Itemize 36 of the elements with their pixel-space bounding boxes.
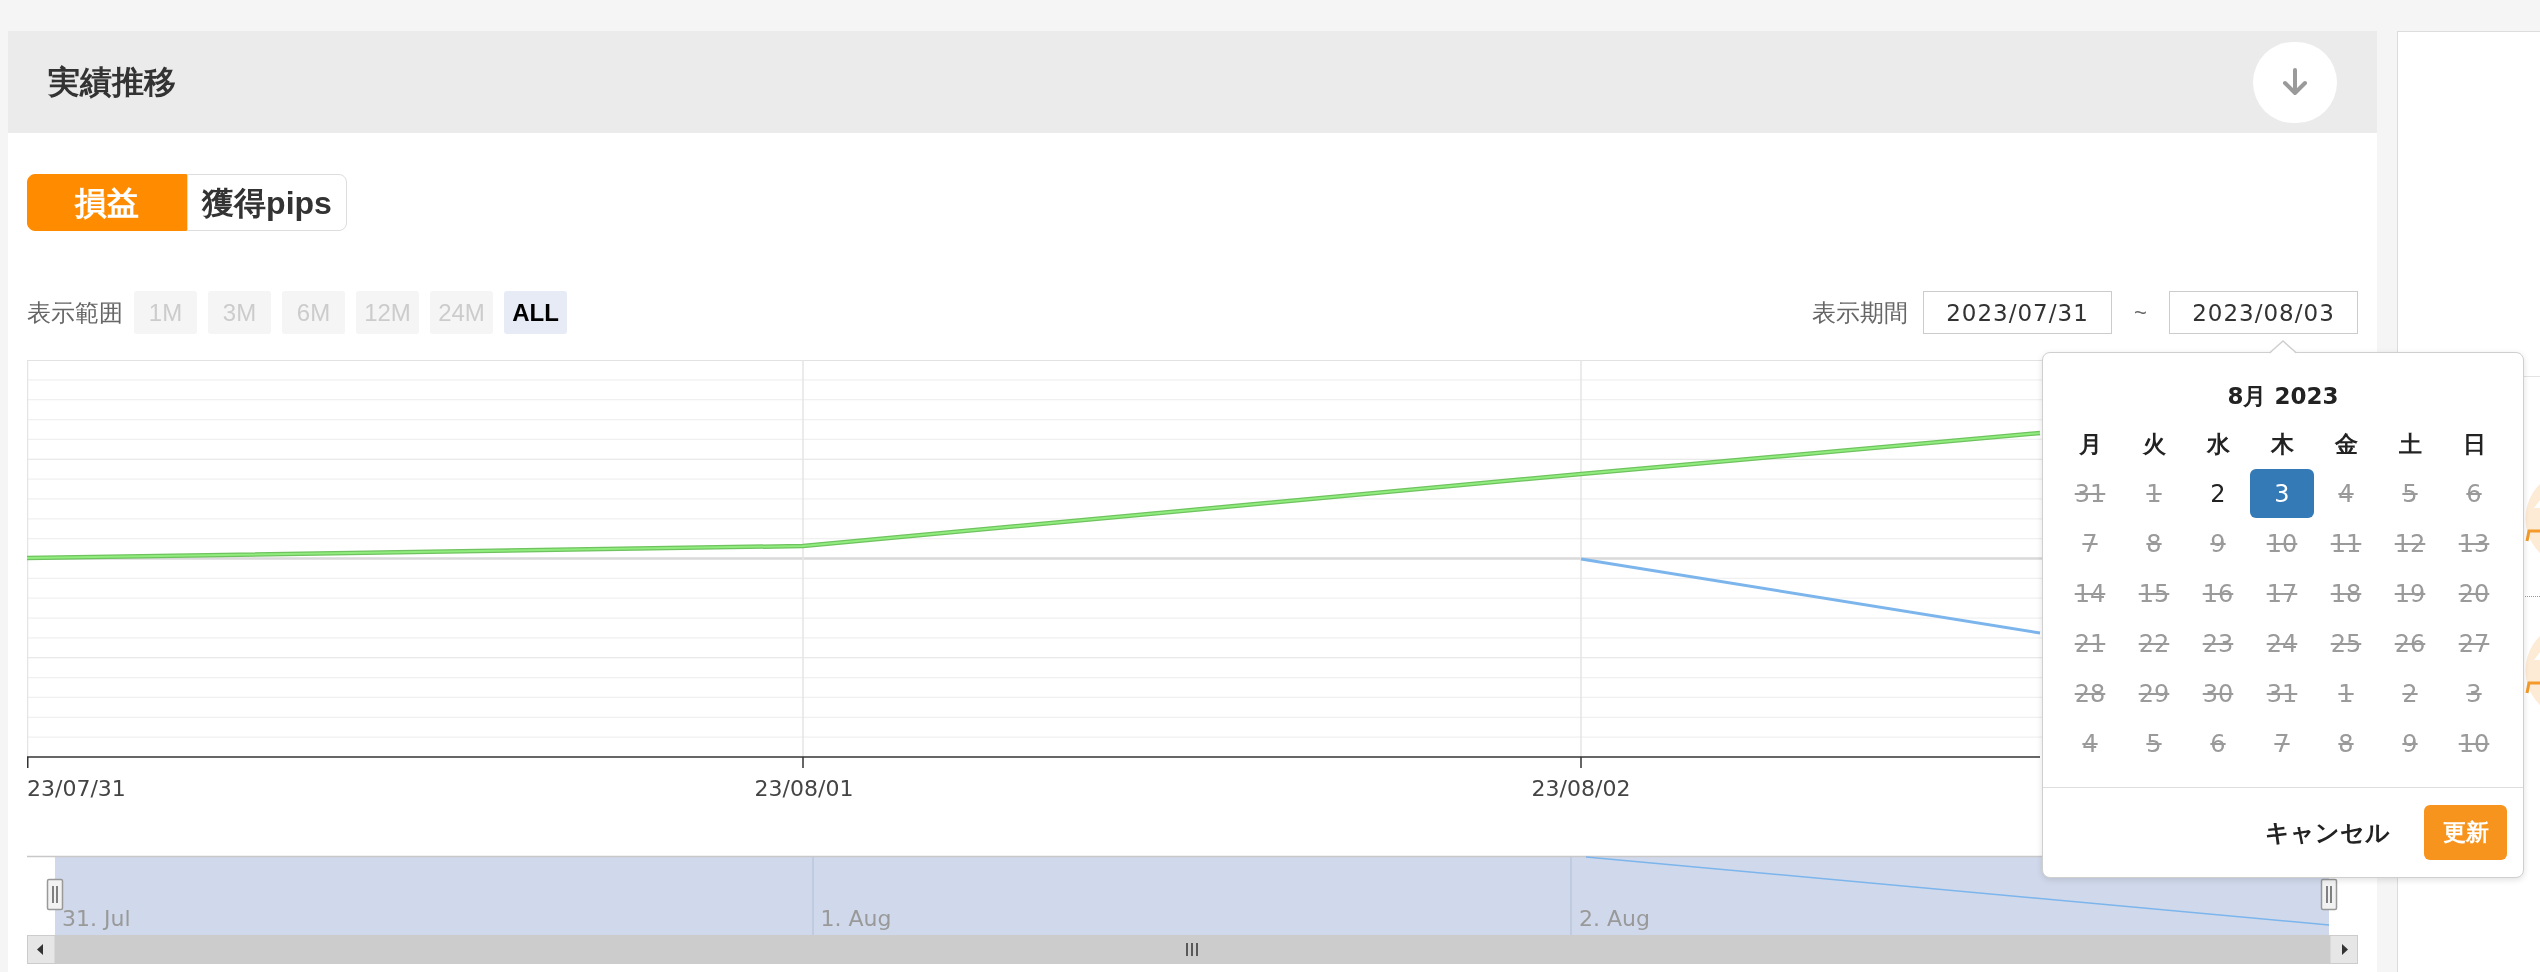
navigator-label: 31. Jul — [62, 906, 131, 931]
range-handle[interactable] — [2320, 878, 2338, 911]
range-button[interactable]: ALL — [504, 291, 567, 334]
calendar-day[interactable]: 3 — [2250, 469, 2314, 518]
weekday-label: 金 — [2333, 429, 2359, 459]
left-triangle-icon — [37, 944, 43, 955]
right-triangle-icon — [2342, 944, 2348, 955]
tab[interactable]: 損益 — [27, 174, 187, 231]
scrollbar-thumb[interactable] — [55, 935, 2330, 964]
weekday-label: 月 — [2077, 429, 2103, 459]
navigator-label: 1. Aug — [820, 906, 892, 931]
weekday-label: 土 — [2397, 429, 2423, 459]
weekday-label: 火 — [2141, 429, 2167, 459]
calendar-month-title: 8月 2023 — [2226, 381, 2340, 411]
scroll-left-button[interactable] — [27, 935, 56, 964]
axis-label: 23/07/31 — [27, 776, 126, 801]
update-button[interactable]: 更新 — [2424, 805, 2507, 860]
axis-label: 23/08/01 — [754, 776, 854, 801]
date-field[interactable]: 2023/08/03 — [2169, 291, 2358, 334]
panel-title: 実績推移 — [48, 66, 176, 98]
navigator-label: 2. Aug — [1579, 906, 1650, 931]
scroll-right-button[interactable] — [2329, 935, 2358, 964]
grip-icon — [1186, 942, 1198, 957]
period-label: 表示期間 — [1812, 297, 1908, 328]
range-separator: ~ — [2133, 299, 2148, 327]
range-handle[interactable] — [46, 878, 64, 911]
calendar-day[interactable]: 2 — [2186, 469, 2250, 518]
weekday-label: 日 — [2461, 429, 2487, 459]
date-field[interactable]: 2023/07/31 — [1923, 291, 2112, 334]
weekday-label: 水 — [2205, 429, 2231, 459]
axis-label: 23/08/02 — [1531, 776, 1631, 801]
cancel-button[interactable]: キャンセル — [2265, 814, 2390, 851]
range-label: 表示範囲 — [27, 297, 123, 328]
weekday-label: 木 — [2269, 429, 2295, 459]
down-arrow-icon — [2282, 68, 2308, 96]
tab[interactable]: 獲得pips — [187, 174, 347, 231]
